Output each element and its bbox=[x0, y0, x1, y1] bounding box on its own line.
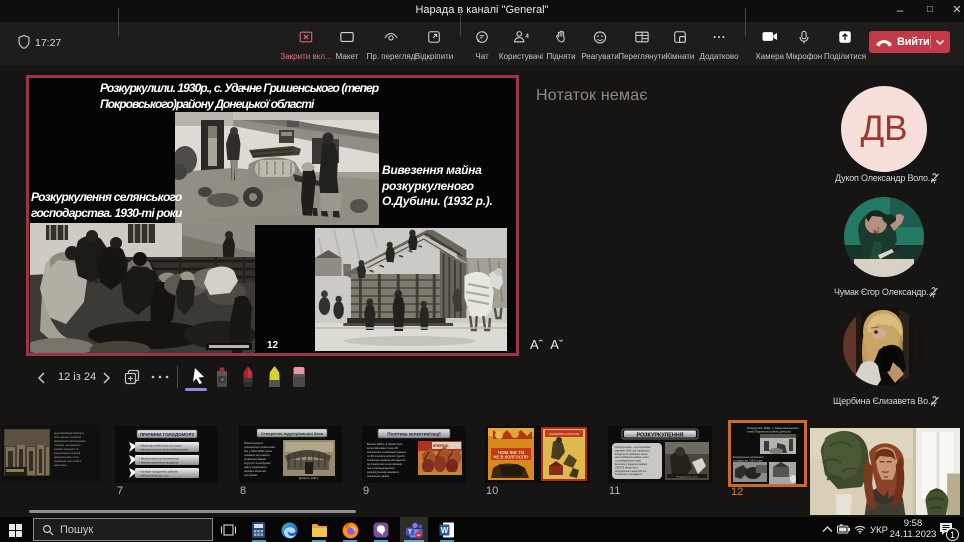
svg-text:НЕ В КОЛГОСПІ?: НЕ В КОЛГОСПІ? bbox=[493, 455, 529, 460]
svg-text:T: T bbox=[408, 529, 412, 536]
svg-text:окремих областей: окремих областей bbox=[244, 469, 266, 473]
svg-text:баз у 1920-1930х роках: баз у 1920-1930х роках bbox=[244, 449, 273, 453]
svg-text:• Масове вилучення продуктів: • Масове вилучення продуктів bbox=[139, 461, 179, 465]
svg-text:• Непосильні для селян хлібоза: • Непосильні для селян хлібозаготівлі bbox=[139, 448, 188, 452]
svg-text:селянських господарств.: селянських господарств. bbox=[615, 473, 643, 476]
svg-text:темпами, що вимагало: темпами, що вимагало bbox=[54, 444, 81, 447]
svg-text:Дніпрогес, 1932 р.: Дніпрогес, 1932 р. bbox=[299, 477, 319, 480]
svg-text:Розкуркулення селян: Розкуркулення селян bbox=[676, 476, 698, 478]
svg-text:та 3% поголів'я робочої худоби: та 3% поголів'я робочої худоби, bbox=[367, 454, 405, 458]
svg-text:джерелом яких стало: джерелом яких стало bbox=[54, 456, 80, 459]
svg-text:(тепер Покровського) району До: (тепер Покровського) району Донецької bbox=[747, 430, 791, 433]
svg-text:W: W bbox=[441, 526, 449, 535]
svg-text:Політика колективізації: Політика колективізації bbox=[387, 432, 441, 437]
svg-text:колективізовано лише 4%: колективізовано лише 4% bbox=[367, 446, 399, 450]
svg-text:роки перших п'ятирічок: роки перших п'ятирічок bbox=[54, 436, 82, 439]
svg-text:ПРИЧИНИ ГОЛОДОМОРУ: ПРИЧИНИ ГОЛОДОМОРУ bbox=[140, 432, 195, 437]
svg-text:4: 4 bbox=[525, 33, 529, 40]
svg-text:значних людських та: значних людських та bbox=[54, 448, 79, 451]
svg-text:сталінське керівництво вдалося: сталінське керівництво вдалося bbox=[367, 458, 406, 462]
svg-text:Реконструкція й: Реконструкція й bbox=[244, 441, 264, 445]
svg-text:розширення промислових: розширення промислових bbox=[244, 446, 276, 449]
svg-text:матеріальних ресурсів,: матеріальних ресурсів, bbox=[54, 452, 81, 455]
svg-text:нових підприємств: нових підприємств bbox=[244, 465, 267, 469]
svg-text:господарства. 1930-ті роки: господарства. 1930-ті роки bbox=[733, 459, 763, 462]
svg-text:Індустріалізація України в: Індустріалізація України в bbox=[54, 432, 85, 435]
svg-text:яка супроводжувалася: яка супроводжувалася bbox=[367, 467, 395, 470]
svg-text:РОЗКУРКУЛЕННЯ: РОЗКУРКУЛЕННЯ bbox=[636, 432, 683, 438]
svg-text:Восени 1928 р. в Україні було: Восени 1928 р. в Україні було bbox=[367, 442, 403, 446]
svg-text:українське село та його: українське село та його bbox=[54, 460, 82, 463]
svg-text:ЗНИЩИМО КУРКУЛЯ: ЗНИЩИМО КУРКУЛЯ bbox=[549, 432, 579, 436]
svg-text:селянських дворів.: селянських дворів. bbox=[367, 474, 390, 478]
svg-text:селянського землекористування: селянського землекористування bbox=[367, 451, 407, 454]
svg-text:ВПЕРЕД!..: ВПЕРЕД!.. bbox=[433, 444, 450, 448]
svg-text:Створення індустріальної бази: Створення індустріальної бази bbox=[261, 431, 324, 436]
svg-text:відбувалася прискореними: відбувалася прискореними bbox=[54, 440, 86, 443]
svg-text:індустрії та розбудови: індустрії та розбудови bbox=[244, 461, 271, 465]
svg-text:розкуркуленням заможних: розкуркуленням заможних bbox=[367, 471, 399, 474]
svg-text:населення.: населення. bbox=[54, 464, 67, 467]
svg-text:• Заборона виїзду з сіл: • Заборона виїзду з сіл bbox=[139, 474, 169, 478]
svg-text:республіки.: республіки. bbox=[244, 473, 258, 477]
svg-text:призвели до розвитку: призвели до розвитку bbox=[244, 454, 271, 457]
svg-text:української важкої: української важкої bbox=[244, 457, 266, 461]
svg-text:до примусової колективізації,: до примусової колективізації, bbox=[367, 462, 403, 466]
